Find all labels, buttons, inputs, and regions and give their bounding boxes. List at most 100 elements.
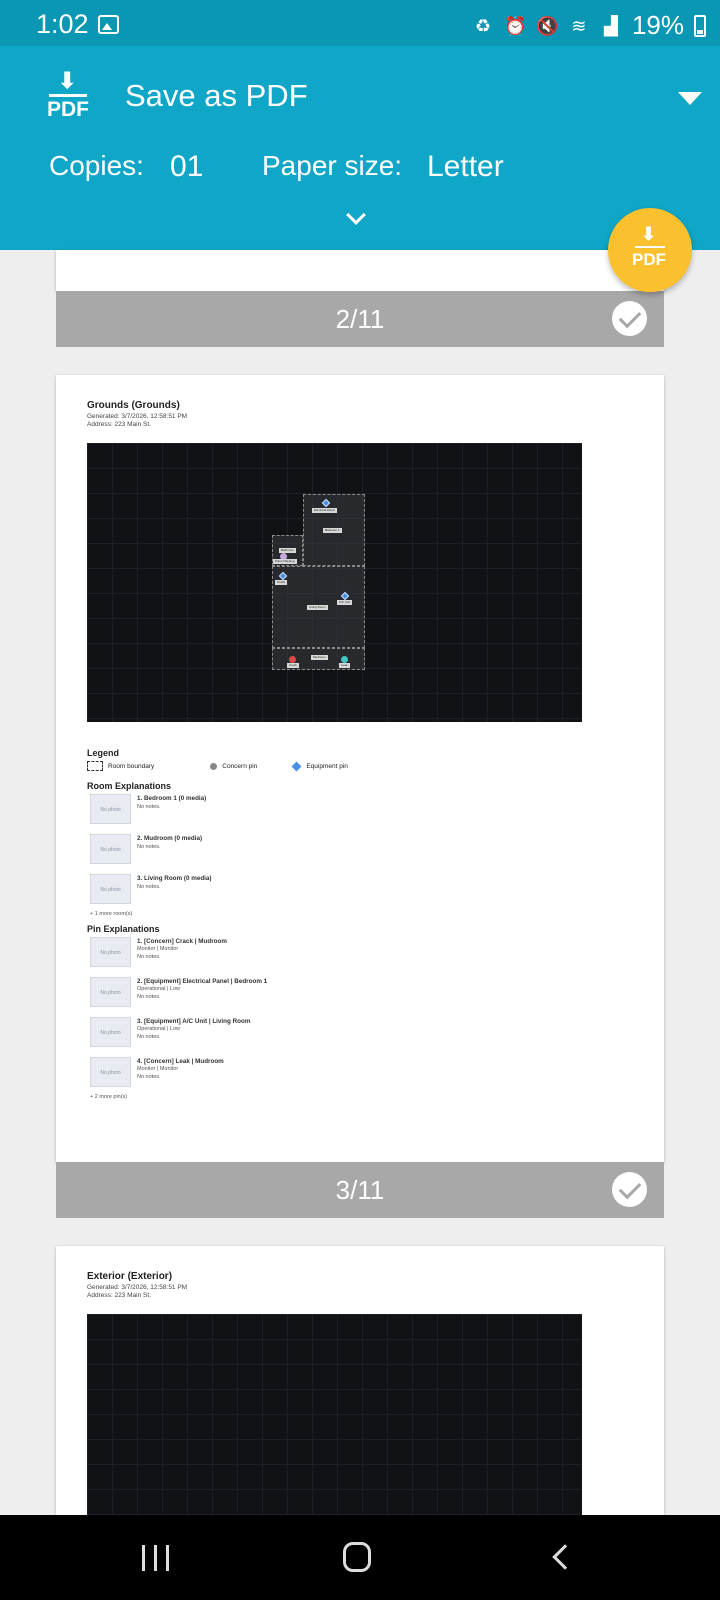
chevron-down-icon[interactable] <box>678 92 702 105</box>
page-selected-check-icon[interactable] <box>612 301 647 336</box>
page-header: Grounds (Grounds) Generated: 3/7/2026, 1… <box>87 400 187 428</box>
download-pdf-button[interactable]: ⬇ PDF <box>608 208 692 292</box>
item-status: Operational | Low <box>137 1026 181 1032</box>
battery-icon <box>694 14 706 37</box>
battery-percent: 19% <box>631 10 684 40</box>
item-notes: No notes. <box>137 954 161 960</box>
download-icon: ⬇ <box>641 224 657 244</box>
paper-size-label: Paper size: <box>262 150 403 181</box>
concern-pin-icon <box>210 762 218 770</box>
navigation-bar <box>0 1515 720 1600</box>
home-button[interactable] <box>343 1542 371 1572</box>
legend: Legend Room boundary Concern pin Equipme… <box>87 748 627 771</box>
address: Address: 223 Main St. <box>87 1292 151 1299</box>
item-notes: No notes. <box>137 1034 161 1040</box>
item-status: Monitor | Monitor <box>137 1066 179 1072</box>
list-item: No photo 4. [Concern] Leak | Mudroom Mon… <box>87 1054 627 1094</box>
map-label: Living Room <box>307 605 328 610</box>
floor-plan-map: Electrical Panel Bedroom 1 Bathroom Pain… <box>87 443 582 722</box>
battery-saver-icon: ♻ <box>474 15 492 36</box>
item-title: 3. [Equipment] A/C Unit | Living Room <box>137 1018 251 1025</box>
address: Address: 223 Main St. <box>87 421 151 428</box>
more-rooms: + 1 more room(s) <box>90 911 133 917</box>
printer-select[interactable]: Save as PDF <box>125 78 308 114</box>
section-title: Pin Explanations <box>87 924 160 934</box>
room-boundary-icon <box>87 761 103 771</box>
floor-plan-map <box>87 1314 582 1515</box>
list-item: No photo 2. Mudroom (0 media) No notes. <box>87 831 627 871</box>
list-item: No photo 1. Bedroom 1 (0 media) No notes… <box>87 791 627 831</box>
recents-button[interactable] <box>142 1545 170 1571</box>
generated-date: Generated: 3/7/2026, 12:58:51 PM <box>87 413 188 420</box>
page-selected-check-icon[interactable] <box>612 1172 647 1207</box>
generated-date: Generated: 3/7/2026, 12:58:51 PM <box>87 1284 188 1291</box>
item-status: Operational | Low <box>137 986 181 992</box>
page-number: 2/11 <box>335 304 385 334</box>
photo-placeholder: No photo <box>90 977 131 1007</box>
map-label: Outlet <box>275 580 288 585</box>
item-title: 2. [Equipment] Electrical Panel | Bedroo… <box>137 978 268 985</box>
status-bar: 1:02 ♻ ⏰ 🔇 ≋ ▟ 19% <box>0 0 720 46</box>
page-preview-4[interactable]: Exterior (Exterior) Generated: 3/7/2026,… <box>56 1246 664 1515</box>
back-button[interactable] <box>552 1544 578 1570</box>
status-time: 1:02 <box>36 9 89 39</box>
list-item: No photo 1. [Concern] Crack | Mudroom Mo… <box>87 934 627 974</box>
print-options-header: ⬇ PDF Save as PDF Copies: 01 Paper size:… <box>0 46 720 250</box>
concern-pin <box>341 656 348 663</box>
expand-options-icon[interactable] <box>346 205 366 225</box>
item-title: 2. Mudroom (0 media) <box>137 835 203 842</box>
more-pins: + 2 more pin(s) <box>90 1094 128 1100</box>
paper-size-value[interactable]: Letter <box>427 150 504 184</box>
page-preview-3[interactable]: Grounds (Grounds) Generated: 3/7/2026, 1… <box>56 375 664 1162</box>
item-notes: No notes. <box>137 804 161 810</box>
photo-placeholder: No photo <box>90 874 131 904</box>
list-item: No photo 3. [Equipment] A/C Unit | Livin… <box>87 1014 627 1054</box>
item-status: Monitor | Monitor <box>137 946 179 952</box>
pin-explanations: Pin Explanations No photo 1. [Concern] C… <box>87 924 627 1100</box>
page-footer-2: 2/11 <box>56 291 664 347</box>
map-label: Paint Chipping <box>273 559 297 564</box>
photo-placeholder: No photo <box>90 937 131 967</box>
list-item: No photo 3. Living Room (0 media) No not… <box>87 871 627 911</box>
map-label: A/C Unit <box>337 600 353 605</box>
pdf-printer-icon: ⬇ PDF <box>47 68 89 121</box>
map-label: Leak <box>339 663 350 668</box>
image-notification-icon <box>98 15 119 34</box>
map-label: Mudroom <box>311 655 328 660</box>
legend-label: Equipment pin <box>306 762 348 770</box>
signal-icon: ▟ <box>604 15 618 36</box>
legend-label: Room boundary <box>108 762 155 770</box>
page-footer-3: 3/11 <box>56 1162 664 1218</box>
photo-placeholder: No photo <box>90 1017 131 1047</box>
map-label: Electrical Panel <box>312 508 337 513</box>
item-title: 1. [Concern] Crack | Mudroom <box>137 938 227 945</box>
status-icons: ♻ ⏰ 🔇 ≋ ▟ 19% <box>472 10 706 41</box>
legend-label: Concern pin <box>222 762 258 770</box>
map-label: Bedroom 1 <box>323 528 342 533</box>
legend-title: Legend <box>87 748 120 758</box>
photo-placeholder: No photo <box>90 1057 131 1087</box>
page-number: 3/11 <box>335 1175 385 1205</box>
page-header: Exterior (Exterior) Generated: 3/7/2026,… <box>87 1271 187 1299</box>
copies-label: Copies: <box>49 150 144 181</box>
wifi-icon: ≋ <box>571 15 587 36</box>
page-preview-2[interactable] <box>56 250 664 291</box>
map-label: Crack <box>287 663 299 668</box>
room-explanations: Room Explanations No photo 1. Bedroom 1 … <box>87 781 627 917</box>
page-title: Exterior (Exterior) <box>87 1271 173 1282</box>
item-notes: No notes. <box>137 994 161 1000</box>
copies-value[interactable]: 01 <box>170 150 203 184</box>
item-title: 4. [Concern] Leak | Mudroom <box>137 1058 224 1065</box>
item-title: 1. Bedroom 1 (0 media) <box>137 795 207 802</box>
mute-icon: 🔇 <box>535 15 559 36</box>
equipment-pin-icon <box>291 761 302 771</box>
list-item: No photo 2. [Equipment] Electrical Panel… <box>87 974 627 1014</box>
photo-placeholder: No photo <box>90 834 131 864</box>
item-notes: No notes. <box>137 1074 161 1080</box>
page-title: Grounds (Grounds) <box>87 400 180 411</box>
photo-placeholder: No photo <box>90 794 131 824</box>
item-title: 3. Living Room (0 media) <box>137 875 212 882</box>
item-notes: No notes. <box>137 884 161 890</box>
item-notes: No notes. <box>137 844 161 850</box>
section-title: Room Explanations <box>87 781 172 791</box>
